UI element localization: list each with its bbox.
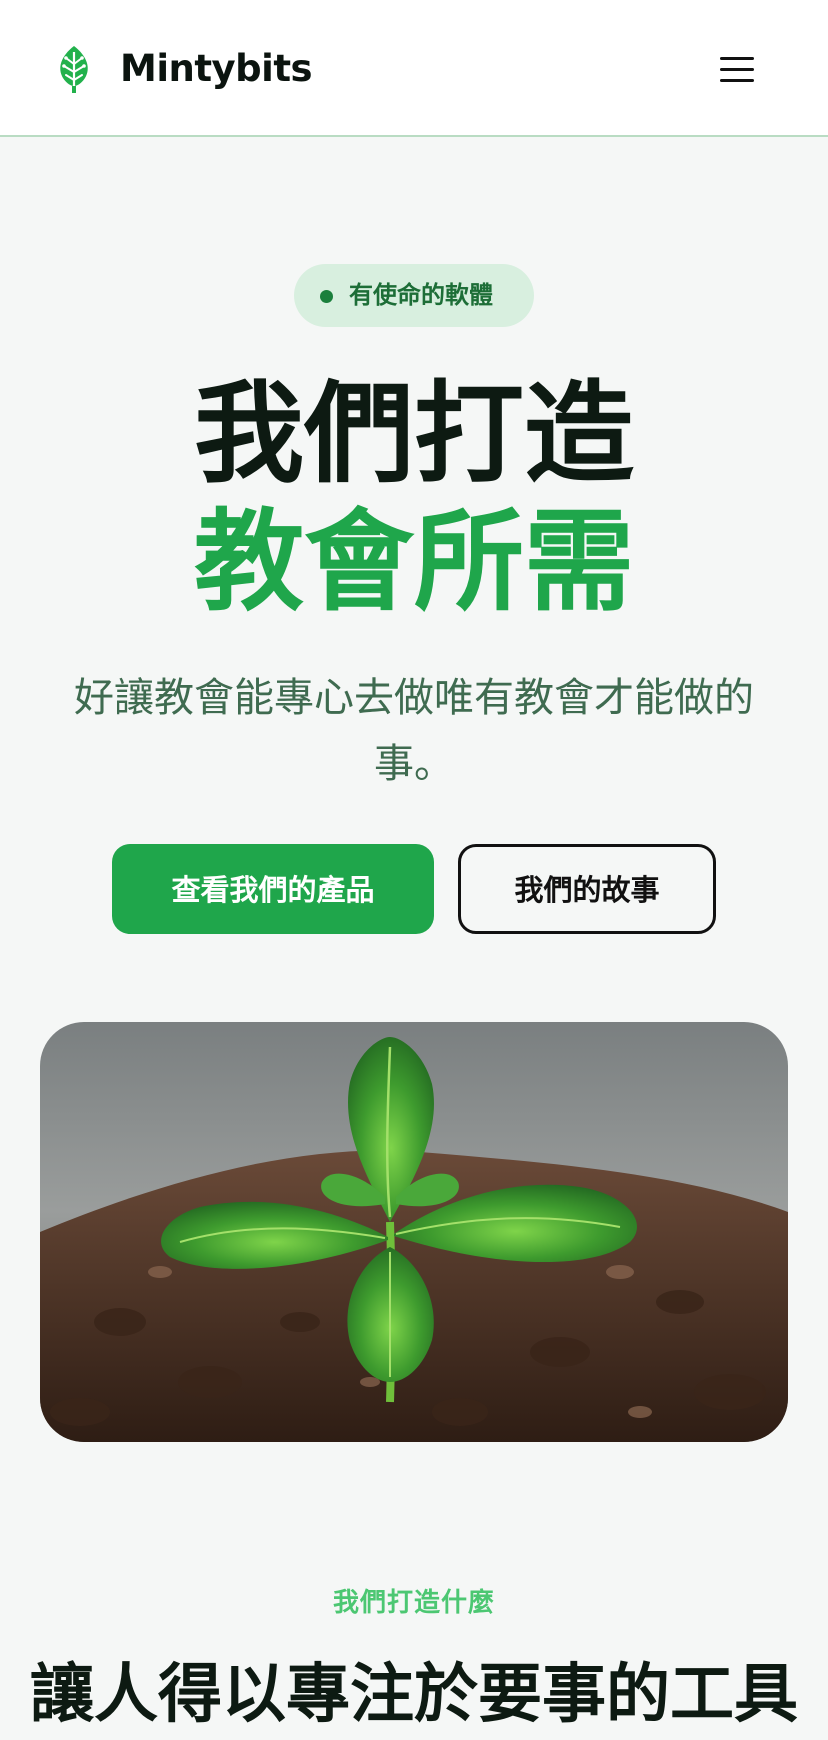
badge-dot-icon: [320, 290, 333, 303]
site-header: Mintybits: [0, 0, 828, 137]
section-eyebrow: 我們打造什麼: [332, 1588, 495, 1618]
badge-label: 有使命的軟體: [349, 281, 493, 309]
hero-title-line2: 教會所需: [194, 498, 634, 626]
hero-subtitle: 好讓教會能專心去做唯有教會才能做的事。: [74, 675, 754, 787]
leaf-icon[interactable]: [53, 44, 95, 94]
our-story-button[interactable]: 我們的故事: [458, 844, 716, 934]
hero-image-seedling: [40, 1022, 788, 1442]
section-title: 讓人得以專注於要事的工具: [30, 1658, 798, 1732]
hero-title: 我們打造 教會所需: [0, 370, 828, 626]
brand-name[interactable]: Mintybits: [120, 44, 313, 94]
mission-badge: 有使命的軟體: [294, 264, 534, 327]
hero-title-line1: 我們打造: [194, 370, 634, 498]
hamburger-menu-icon[interactable]: [716, 50, 758, 88]
view-products-button[interactable]: 查看我們的產品: [112, 844, 434, 934]
